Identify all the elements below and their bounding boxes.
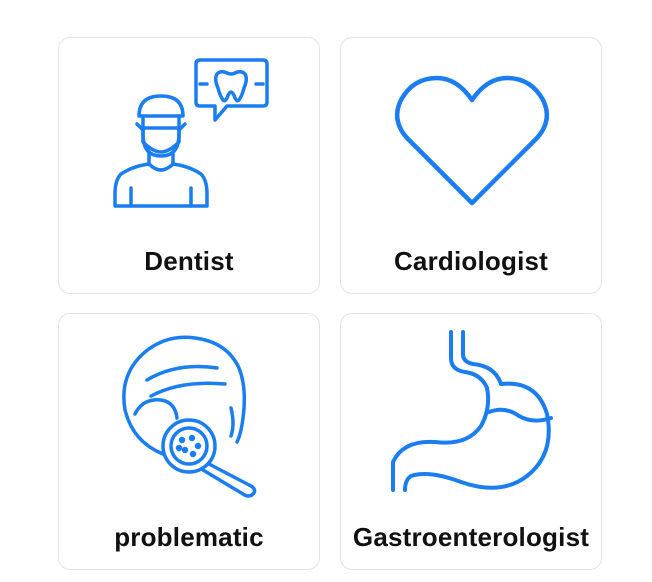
specialty-label: Gastroenterologist: [352, 522, 590, 552]
specialty-label: Dentist: [144, 246, 234, 276]
heart-icon: [341, 38, 603, 228]
stomach-icon: [341, 314, 603, 504]
specialty-card-gastroenterologist[interactable]: Gastroenterologist: [340, 313, 602, 570]
dentist-icon: [59, 38, 321, 228]
specialty-label: Cardiologist: [393, 246, 549, 276]
specialty-card-dentist[interactable]: Dentist: [58, 37, 320, 294]
specialty-card-cardiologist[interactable]: Cardiologist: [340, 37, 602, 294]
skin-inspection-icon: [59, 314, 321, 504]
specialty-grid: Dentist Cardiologist problematic Gastroe…: [58, 37, 602, 571]
specialty-card-problematic[interactable]: problematic: [58, 313, 320, 570]
specialty-label: problematic: [114, 522, 264, 552]
